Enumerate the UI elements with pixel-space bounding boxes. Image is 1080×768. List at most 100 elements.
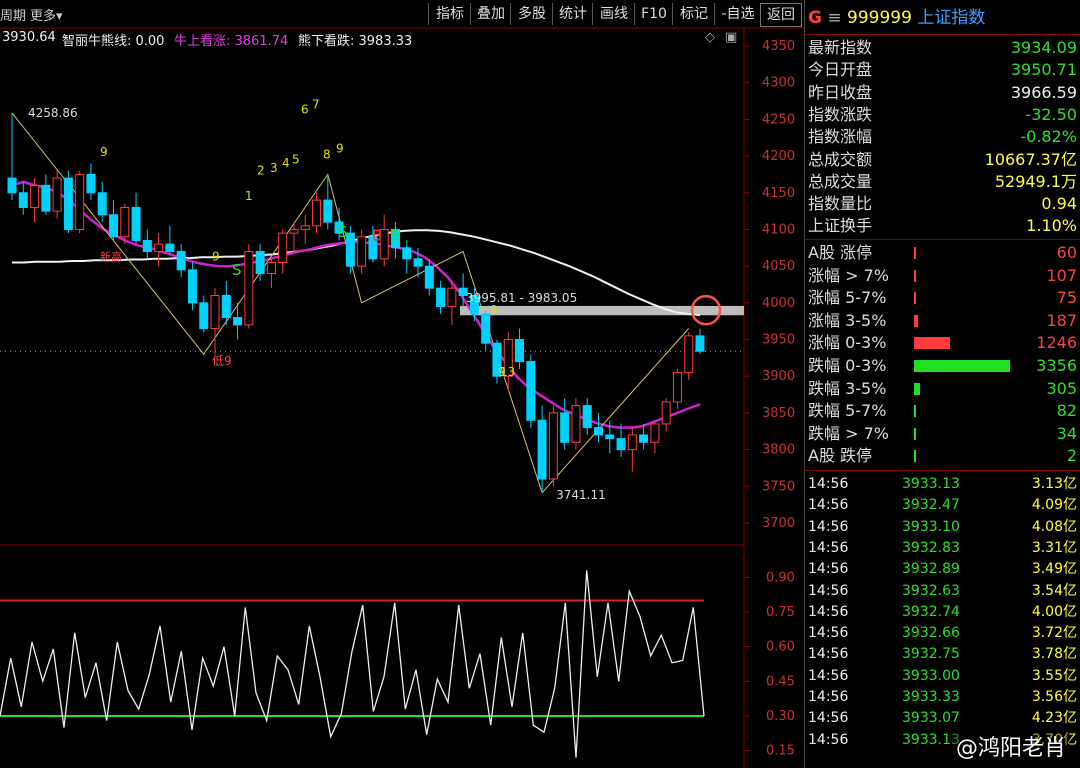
tick-price: 3932.66	[902, 625, 960, 642]
quote-row: 指数量比 0.94	[808, 193, 1077, 215]
sell-mark: S	[390, 226, 400, 244]
tick-time: 14:56	[808, 476, 849, 492]
more-menu[interactable]: 更多▾	[30, 5, 63, 24]
tick-time: 14:56	[808, 539, 849, 556]
tab-overlay[interactable]: 叠加	[470, 3, 511, 25]
tick-amount: 3.78亿	[1031, 646, 1077, 663]
quote-label: 上证换手	[808, 216, 873, 236]
candle-body	[278, 232, 288, 263]
breadth-row: A股 跌停 2	[808, 445, 1077, 467]
candle-body	[481, 313, 491, 344]
candle-body	[176, 250, 186, 271]
breadth-label: A股 跌停	[808, 446, 873, 466]
zigzag-line	[11, 112, 690, 494]
tick-amount: 3.55亿	[1031, 667, 1077, 684]
breadth-row: 涨幅 3-5% 187	[808, 310, 1077, 332]
osc-axis-label: 0.45	[766, 674, 795, 689]
candle-body	[233, 317, 243, 326]
osc-axis-label: 0.30	[766, 709, 795, 724]
tab-watchlist[interactable]: -自选	[714, 3, 761, 25]
price-axis-label: 3950	[762, 333, 795, 348]
osc-axis-label: 0.60	[766, 640, 795, 655]
zhili-label: 智丽牛熊线: 0.00	[62, 34, 165, 49]
quote-value: 3966.59	[1010, 82, 1077, 102]
candle-body	[63, 177, 73, 230]
breadth-bar	[914, 360, 1010, 372]
breadth-bar	[914, 247, 916, 259]
breadth-row: 跌幅 > 7% 34	[808, 423, 1077, 445]
sell-mark: S	[232, 261, 242, 279]
candle-body	[266, 261, 276, 274]
quote-row: 总成交额 10667.37亿	[808, 149, 1077, 171]
candle-body	[402, 247, 412, 260]
price-axis-label: 4150	[762, 186, 795, 201]
candle-body	[75, 173, 85, 230]
tick-row: 14:56 3933.07 4.23亿	[808, 708, 1077, 729]
tick-row: 14:56 3933.13 3.13亿	[808, 474, 1077, 495]
candle-body	[424, 265, 434, 289]
osc-axis-label: 0.15	[766, 744, 795, 759]
low9-label: 低9	[212, 354, 232, 368]
count-label: 6	[301, 103, 309, 117]
diamond-icon[interactable]: ◇	[705, 30, 715, 45]
tab-statistics[interactable]: 统计	[552, 3, 593, 25]
tick-time: 14:56	[808, 646, 849, 663]
tick-time: 14:56	[808, 689, 849, 705]
breadth-value: 3356	[1036, 356, 1077, 375]
breadth-label: 涨幅 > 7%	[808, 265, 889, 285]
tick-price: 3932.47	[902, 497, 960, 514]
candle-body	[165, 243, 175, 252]
price-axis-label: 3750	[762, 479, 795, 494]
breadth-row: 涨幅 0-3% 1246	[808, 332, 1077, 354]
candle-body	[627, 434, 637, 451]
tab-draw-line[interactable]: 画线	[592, 3, 635, 25]
breadth-bar	[914, 382, 920, 395]
osc-axis-label: 0.75	[766, 605, 795, 620]
candle-body	[300, 225, 310, 230]
settings-icon[interactable]: ▣	[725, 30, 737, 45]
tick-amount: 4.08亿	[1031, 518, 1077, 535]
breadth-bar	[914, 314, 918, 327]
quote-panel: G ≡ 999999 上证指数 最新指数 3934.09 今日开盘 3950.71 昨日…	[804, 0, 1080, 768]
candle-body	[605, 434, 615, 440]
tick-row: 14:56 3932.89 3.49亿	[808, 559, 1077, 580]
quote-row: 昨日收盘 3966.59	[808, 82, 1077, 104]
breadth-bar	[914, 269, 916, 282]
tick-price: 3933.13	[902, 476, 960, 492]
tick-price: 3933.00	[902, 667, 960, 684]
breadth-value: 60	[1056, 243, 1077, 262]
tick-row: 14:56 3932.83 3.31亿	[808, 538, 1077, 559]
candle-body	[210, 295, 220, 330]
tick-price: 3932.89	[902, 561, 960, 578]
tab-indicator[interactable]: 指标	[428, 3, 471, 25]
quote-row: 指数涨跌 -32.50	[808, 104, 1077, 126]
count-label: 9	[490, 303, 498, 317]
candle-body	[616, 438, 626, 451]
tab-f10[interactable]: F10	[634, 3, 673, 25]
count-label: 1	[245, 189, 253, 203]
candle-body	[30, 184, 40, 208]
tab-mark[interactable]: 标记	[672, 3, 715, 25]
back-button[interactable]: 返回	[760, 3, 802, 27]
count-label: 3	[270, 161, 278, 175]
low-label: 3741.11	[556, 488, 606, 502]
candle-body	[537, 419, 547, 480]
quote-label: 指数涨跌	[808, 104, 873, 124]
count-label: 9	[212, 249, 220, 263]
quote-value: 10667.37亿	[984, 149, 1077, 169]
tick-amount: 4.09亿	[1031, 497, 1077, 514]
quote-label: 昨日收盘	[808, 82, 873, 102]
period-label[interactable]: 周期	[0, 5, 26, 24]
menu-icon[interactable]: ≡	[827, 8, 847, 28]
quote-value: 52949.1万	[994, 171, 1077, 191]
tab-multi-stock[interactable]: 多股	[510, 3, 553, 25]
breadth-value: 107	[1046, 265, 1077, 285]
kline-chart[interactable]: 4350 4300 4250 4200 4150 4100 4050 4000 3950 3900…	[0, 0, 804, 768]
new-label: 新高	[100, 249, 122, 263]
breadth-bar	[914, 450, 916, 463]
quote-value: 0.94	[1041, 194, 1077, 214]
breadth-row: 跌幅 0-3% 3356	[808, 355, 1077, 377]
quote-row: 最新指数 3934.09	[808, 37, 1077, 59]
breadth-label: 跌幅 5-7%	[808, 401, 887, 421]
price-axis-label: 4300	[762, 76, 795, 91]
